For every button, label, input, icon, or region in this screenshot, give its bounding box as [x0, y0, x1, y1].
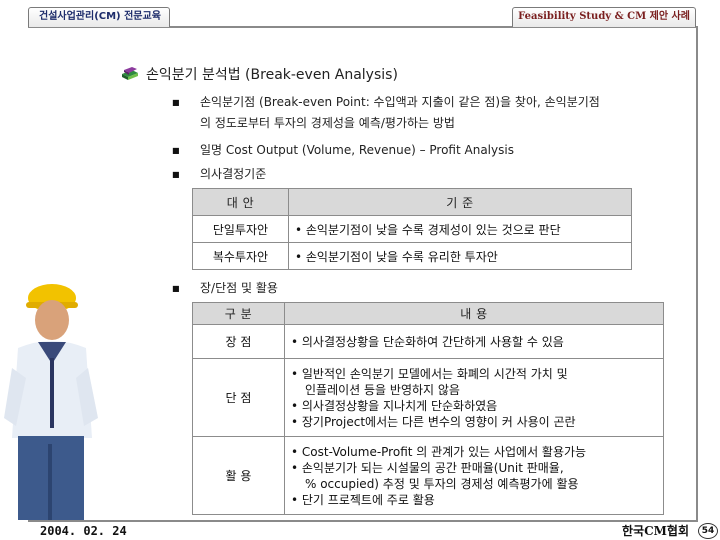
table-header-cell: 대 안 [192, 188, 289, 216]
row-label: 복수투자안 [192, 242, 289, 270]
bullet-marker: ■ [172, 98, 180, 107]
footer-organization: 한국CM협회 [622, 524, 689, 538]
content-line: • 손익분기가 되는 시설물의 공간 판매율(Unit 판매율, [291, 460, 564, 475]
content-line: • 단기 프로젝트에 주로 활용 [291, 492, 435, 507]
table-row: 복수투자안 • 손익분기점이 낮을 수록 유리한 투자안 [192, 242, 632, 270]
bullet-marker: ■ [172, 284, 180, 293]
header-course-tab: 건설사업관리(CM) 전문교육 [28, 7, 170, 27]
row-content: • Cost-Volume-Profit 의 관계가 있는 사업에서 활용가능 … [284, 436, 664, 515]
row-content: • 의사결정상황을 단순화하여 간단하게 사용할 수 있음 [284, 324, 664, 359]
criteria-table: 대 안 기 준 단일투자안 • 손익분기점이 낮을 수록 경제성이 있는 것으로… [192, 188, 632, 270]
bullet-criteria-heading: 의사결정기준 [200, 167, 267, 181]
book-stack-icon [122, 67, 138, 80]
header-section-tab: Feasibility Study & CM 제안 사례 [512, 7, 696, 27]
bullet-definition-line2: 의 정도로부터 투자의 경제성을 예측/평가하는 방법 [200, 116, 455, 130]
table-header-cell: 내 용 [284, 302, 664, 325]
content-line: • 의사결정상황을 지나치게 단순화하였음 [291, 398, 498, 413]
content-line: 인플레이션 등을 반영하지 않음 [305, 382, 460, 397]
row-label: 단 점 [192, 358, 285, 437]
row-label: 장 점 [192, 324, 285, 359]
slide-title-row: 손익분기 분석법 (Break-even Analysis) [120, 62, 398, 86]
content-line: • 의사결정상황을 단순화하여 간단하게 사용할 수 있음 [291, 334, 564, 349]
frame-bottom-line [28, 520, 698, 522]
row-content: • 손익분기점이 낮을 수록 경제성이 있는 것으로 판단 [288, 215, 632, 243]
table-header-row: 대 안 기 준 [192, 188, 632, 216]
pros-cons-table: 구 분 내 용 장 점 • 의사결정상황을 단순화하여 간단하게 사용할 수 있… [192, 302, 664, 515]
frame-right-line [696, 26, 698, 522]
content-line: % occupied) 추정 및 투자의 경제성 예측평가에 활용 [305, 476, 579, 491]
row-label: 단일투자안 [192, 215, 289, 243]
footer-date: 2004. 02. 24 [40, 524, 127, 538]
engineer-hardhat-illustration [4, 284, 98, 520]
content-line: • Cost-Volume-Profit 의 관계가 있는 사업에서 활용가능 [291, 444, 587, 459]
bullet-definition-line1: 손익분기점 (Break-even Point: 수입액과 지출이 같은 점)을… [200, 95, 600, 109]
row-label: 활 용 [192, 436, 285, 515]
page-number-badge: 54 [698, 523, 718, 539]
bullet-proscons-heading: 장/단점 및 활용 [200, 281, 278, 295]
bullet-marker: ■ [172, 170, 180, 179]
table-header-cell: 구 분 [192, 302, 285, 325]
content-line: • 일반적인 손익분기 모델에서는 화폐의 시간적 가치 및 [291, 366, 568, 381]
bullet-marker: ■ [172, 146, 180, 155]
content-line: • 장기Project에서는 다른 변수의 영향이 커 사용이 곤란 [291, 414, 576, 429]
slide-title: 손익분기 분석법 (Break-even Analysis) [146, 67, 398, 83]
table-header-cell: 기 준 [288, 188, 632, 216]
table-row: 활 용 • Cost-Volume-Profit 의 관계가 있는 사업에서 활… [192, 436, 664, 515]
row-content: • 손익분기점이 낮을 수록 유리한 투자안 [288, 242, 632, 270]
table-header-row: 구 분 내 용 [192, 302, 664, 325]
table-row: 장 점 • 의사결정상황을 단순화하여 간단하게 사용할 수 있음 [192, 324, 664, 359]
table-row: 단 점 • 일반적인 손익분기 모델에서는 화폐의 시간적 가치 및 인플레이션… [192, 358, 664, 437]
table-row: 단일투자안 • 손익분기점이 낮을 수록 경제성이 있는 것으로 판단 [192, 215, 632, 243]
row-content: • 일반적인 손익분기 모델에서는 화폐의 시간적 가치 및 인플레이션 등을 … [284, 358, 664, 437]
bullet-alias: 일명 Cost Output (Volume, Revenue) – Profi… [200, 143, 514, 157]
